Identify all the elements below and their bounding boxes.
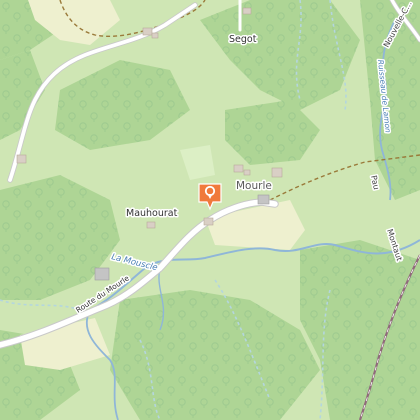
place-label-mourle: Mourle: [236, 180, 272, 192]
map-canvas[interactable]: Segot Mourle Mauhourat Route du Mourle P…: [0, 0, 420, 420]
map-view[interactable]: Segot Mourle Mauhourat Route du Mourle P…: [0, 0, 420, 420]
place-label-mauhourat: Mauhourat: [126, 208, 178, 219]
place-label-segot: Segot: [229, 34, 257, 45]
